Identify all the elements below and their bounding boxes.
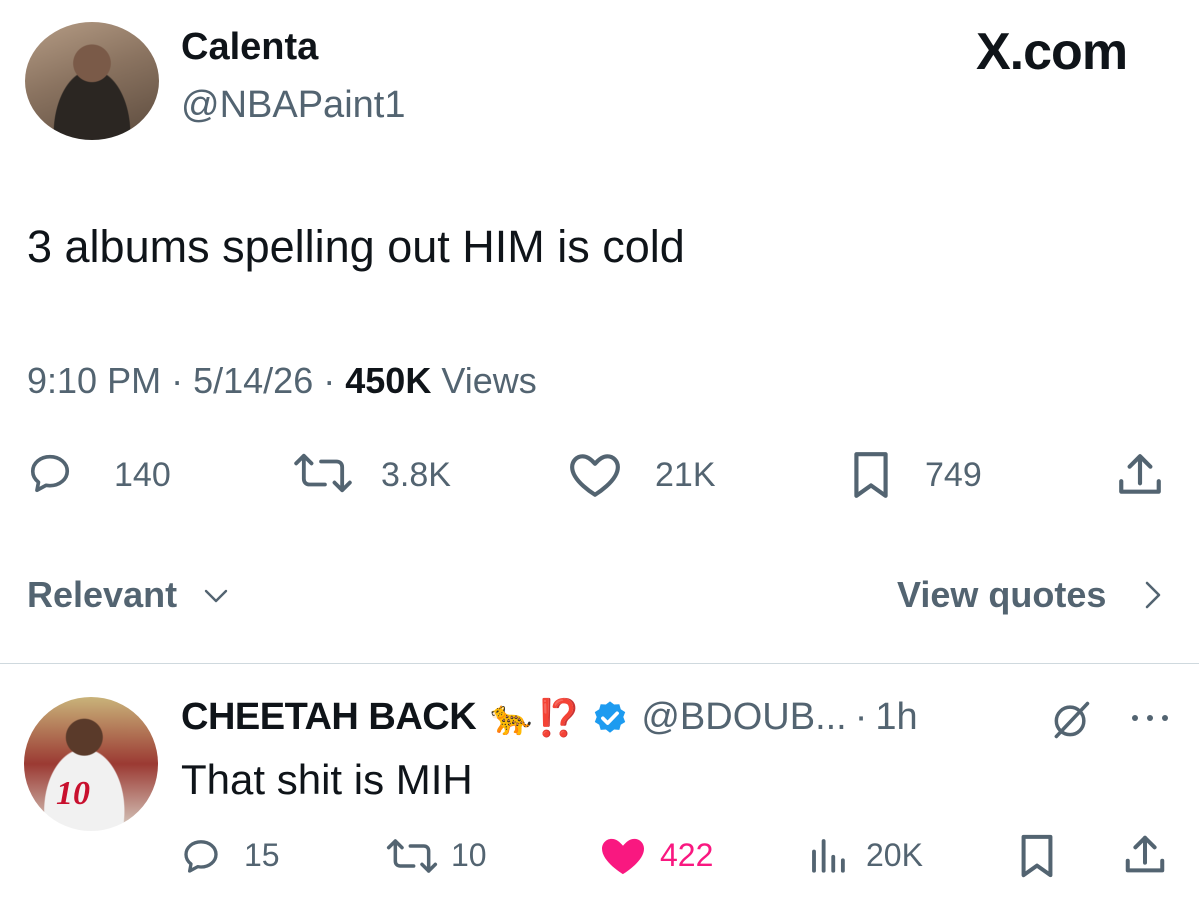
share-button[interactable] bbox=[1114, 450, 1166, 500]
reply-bookmark-button[interactable] bbox=[1016, 833, 1058, 879]
views-icon bbox=[812, 839, 845, 873]
verified-badge-icon bbox=[591, 699, 629, 737]
cheetah-emoji: 🐆 bbox=[490, 698, 533, 737]
more-icon bbox=[1132, 715, 1168, 721]
repost-icon bbox=[386, 839, 438, 873]
bookmark-icon bbox=[854, 452, 888, 498]
reply-repost-count: 10 bbox=[451, 837, 487, 873]
bookmark-button[interactable] bbox=[847, 450, 895, 500]
meta-separator: · bbox=[854, 696, 868, 738]
more-button[interactable] bbox=[1129, 711, 1171, 725]
reply-icon bbox=[184, 840, 218, 873]
meta-separator: · bbox=[323, 360, 336, 401]
reply-icon bbox=[30, 454, 70, 493]
reply-button[interactable] bbox=[27, 450, 73, 496]
author-handle[interactable]: @NBAPaint1 bbox=[181, 84, 405, 127]
author-name[interactable]: Calenta bbox=[181, 26, 318, 69]
repost-icon bbox=[294, 453, 352, 493]
bookmark-count: 749 bbox=[925, 456, 982, 494]
like-count: 21K bbox=[655, 456, 716, 494]
reply-author-handle[interactable]: @BDOUB... bbox=[641, 696, 846, 739]
views-count: 450K bbox=[345, 360, 432, 401]
chevron-down-icon bbox=[202, 583, 230, 607]
view-quotes-link[interactable]: View quotes bbox=[897, 574, 1106, 616]
sort-dropdown[interactable]: Relevant bbox=[27, 574, 177, 616]
reply-repost-button[interactable] bbox=[385, 836, 439, 876]
reply-author-name[interactable]: CHEETAH BACK bbox=[181, 696, 477, 739]
sort-label: Relevant bbox=[27, 574, 178, 615]
tweet-text: 3 albums spelling out HIM is cold bbox=[27, 221, 685, 272]
author-avatar[interactable] bbox=[25, 22, 159, 140]
reply-reply-button[interactable] bbox=[181, 836, 221, 876]
reply-count: 140 bbox=[114, 456, 171, 494]
reply-author-avatar[interactable]: 10 bbox=[24, 697, 158, 831]
view-quotes-label: View quotes bbox=[897, 574, 1107, 615]
reply-time[interactable]: 1h bbox=[875, 696, 917, 739]
reply-header: CHEETAH BACK 🐆 ⁉️ @BDOUB... · 1h bbox=[181, 696, 918, 739]
repost-count: 3.8K bbox=[381, 456, 451, 494]
reply-like-count: 422 bbox=[660, 837, 714, 873]
reply-share-button[interactable] bbox=[1122, 832, 1168, 878]
grok-button[interactable] bbox=[1047, 698, 1095, 742]
reply-reply-count: 15 bbox=[244, 837, 280, 873]
reply-text: That shit is MIH bbox=[181, 756, 473, 803]
like-icon bbox=[570, 454, 620, 497]
tweet-date[interactable]: 5/14/26 bbox=[193, 360, 313, 401]
views-label: Views bbox=[441, 360, 537, 401]
like-icon bbox=[602, 838, 644, 875]
tweet-meta: 9:10 PM · 5/14/26 · 450K Views bbox=[27, 360, 537, 402]
chevron-right-icon bbox=[1141, 578, 1165, 612]
like-button[interactable] bbox=[568, 452, 622, 498]
meta-separator: · bbox=[171, 360, 184, 401]
repost-button[interactable] bbox=[292, 450, 354, 496]
tweet-time[interactable]: 9:10 PM bbox=[27, 360, 161, 401]
interrobang-emoji: ⁉️ bbox=[536, 696, 582, 738]
reply-like-button[interactable] bbox=[598, 835, 648, 877]
divider bbox=[0, 663, 1199, 664]
reply-views-count: 20K bbox=[866, 837, 923, 873]
bookmark-icon bbox=[1021, 834, 1053, 878]
share-icon bbox=[1119, 454, 1161, 494]
reply-views-button[interactable] bbox=[806, 834, 850, 876]
avatar-jersey-number: 10 bbox=[56, 775, 90, 812]
x-watermark: X.com bbox=[976, 23, 1128, 81]
grok-icon bbox=[1054, 701, 1090, 739]
share-icon bbox=[1125, 835, 1165, 873]
